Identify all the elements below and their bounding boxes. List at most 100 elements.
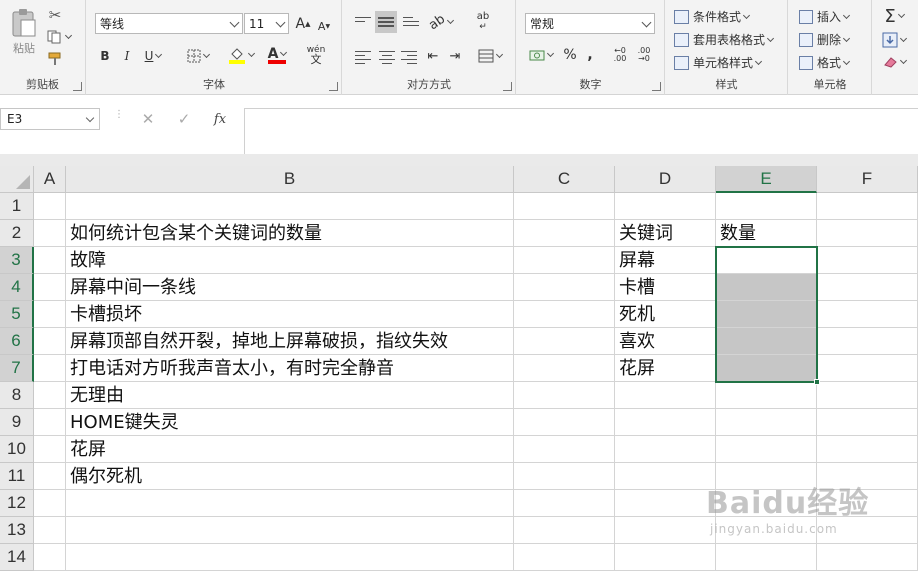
merge-center-button[interactable] — [475, 46, 505, 66]
cell-a6[interactable] — [34, 328, 66, 355]
font-name-combo[interactable]: 等线 — [95, 13, 243, 34]
row-header-3[interactable]: 3 — [0, 247, 34, 274]
cell-e3[interactable] — [716, 247, 817, 274]
cell-a7[interactable] — [34, 355, 66, 382]
number-launcher-icon[interactable] — [652, 82, 661, 91]
cell-f14[interactable] — [817, 544, 918, 571]
cell-a10[interactable] — [34, 436, 66, 463]
cell-e14[interactable] — [716, 544, 817, 571]
cell-e8[interactable] — [716, 382, 817, 409]
italic-button[interactable]: I — [119, 46, 135, 66]
column-header-d[interactable]: D — [615, 166, 716, 193]
row-header-13[interactable]: 13 — [0, 517, 34, 544]
row-header-11[interactable]: 11 — [0, 463, 34, 490]
align-middle-button[interactable] — [375, 11, 397, 33]
clipboard-launcher-icon[interactable] — [73, 82, 82, 91]
cell-a3[interactable] — [34, 247, 66, 274]
insert-function-icon[interactable]: fx — [202, 112, 238, 127]
fill-button[interactable] — [879, 30, 909, 50]
align-right-icon[interactable] — [401, 48, 417, 67]
cell-c3[interactable] — [514, 247, 615, 274]
cell-d5[interactable]: 死机 — [615, 301, 716, 328]
cell-c14[interactable] — [514, 544, 615, 571]
row-header-7[interactable]: 7 — [0, 355, 34, 382]
format-as-table-button[interactable]: 套用表格格式 — [674, 31, 775, 48]
cell-c10[interactable] — [514, 436, 615, 463]
row-header-12[interactable]: 12 — [0, 490, 34, 517]
underline-button[interactable]: U — [140, 46, 166, 66]
cell-c2[interactable] — [514, 220, 615, 247]
cell-f8[interactable] — [817, 382, 918, 409]
cell-b11[interactable]: 偶尔死机 — [66, 463, 514, 490]
cell-d9[interactable] — [615, 409, 716, 436]
cell-e13[interactable] — [716, 517, 817, 544]
cell-a11[interactable] — [34, 463, 66, 490]
number-format-combo[interactable]: 常规 — [525, 13, 655, 34]
column-header-e[interactable]: E — [716, 166, 817, 193]
paste-button[interactable]: 粘贴 — [6, 6, 42, 58]
align-top-icon[interactable] — [355, 14, 371, 25]
cell-f1[interactable] — [817, 193, 918, 220]
cell-b3[interactable]: 故障 — [66, 247, 514, 274]
row-header-2[interactable]: 2 — [0, 220, 34, 247]
orientation-button[interactable]: ab — [426, 11, 455, 33]
fill-handle[interactable] — [814, 379, 820, 385]
worksheet-grid[interactable]: A B C D E F 1 2 如何统计包含某个关键词的数量 关键词 数量 3 故障 屏幕 4 屏幕中间一条线… — [0, 166, 918, 573]
cell-e6[interactable] — [716, 328, 817, 355]
cell-d6[interactable]: 喜欢 — [615, 328, 716, 355]
cell-e7[interactable] — [716, 355, 817, 382]
cell-d8[interactable] — [615, 382, 716, 409]
cell-b13[interactable] — [66, 517, 514, 544]
cell-e2[interactable]: 数量 — [716, 220, 817, 247]
cell-f6[interactable] — [817, 328, 918, 355]
cell-b6[interactable]: 屏幕顶部自然开裂，掉地上屏幕破损，指纹失效 — [66, 328, 514, 355]
cell-a13[interactable] — [34, 517, 66, 544]
cell-f13[interactable] — [817, 517, 918, 544]
font-launcher-icon[interactable] — [329, 82, 338, 91]
cell-f9[interactable] — [817, 409, 918, 436]
cell-b5[interactable]: 卡槽损坏 — [66, 301, 514, 328]
name-box[interactable]: E3 — [0, 108, 100, 130]
cell-b10[interactable]: 花屏 — [66, 436, 514, 463]
row-header-6[interactable]: 6 — [0, 328, 34, 355]
cell-c6[interactable] — [514, 328, 615, 355]
row-header-5[interactable]: 5 — [0, 301, 34, 328]
decrease-decimal-button[interactable]: .00 →0 — [633, 44, 655, 66]
align-left-icon[interactable] — [355, 48, 371, 67]
cell-b2[interactable]: 如何统计包含某个关键词的数量 — [66, 220, 514, 247]
cell-d7[interactable]: 花屏 — [615, 355, 716, 382]
row-header-14[interactable]: 14 — [0, 544, 34, 571]
cell-d13[interactable] — [615, 517, 716, 544]
confirm-icon[interactable]: ✓ — [166, 110, 202, 128]
cell-a8[interactable] — [34, 382, 66, 409]
cell-d12[interactable] — [615, 490, 716, 517]
cell-c11[interactable] — [514, 463, 615, 490]
cell-a1[interactable] — [34, 193, 66, 220]
cell-c12[interactable] — [514, 490, 615, 517]
cell-d2[interactable]: 关键词 — [615, 220, 716, 247]
cell-a2[interactable] — [34, 220, 66, 247]
autosum-button[interactable]: Σ — [879, 6, 909, 27]
cell-a12[interactable] — [34, 490, 66, 517]
cell-d3[interactable]: 屏幕 — [615, 247, 716, 274]
cell-e5[interactable] — [716, 301, 817, 328]
cell-c5[interactable] — [514, 301, 615, 328]
cell-b9[interactable]: HOME键失灵 — [66, 409, 514, 436]
cell-f10[interactable] — [817, 436, 918, 463]
cell-c13[interactable] — [514, 517, 615, 544]
cell-e11[interactable] — [716, 463, 817, 490]
cell-f3[interactable] — [817, 247, 918, 274]
cell-b8[interactable]: 无理由 — [66, 382, 514, 409]
cell-e9[interactable] — [716, 409, 817, 436]
cell-a14[interactable] — [34, 544, 66, 571]
column-header-f[interactable]: F — [817, 166, 918, 193]
cell-e4[interactable] — [716, 274, 817, 301]
shrink-font-button[interactable]: A ▼ — [315, 16, 333, 36]
insert-cells-button[interactable]: 插入 — [799, 8, 851, 25]
font-size-combo[interactable]: 11 — [244, 13, 289, 34]
cell-f4[interactable] — [817, 274, 918, 301]
cell-f7[interactable] — [817, 355, 918, 382]
align-center-icon[interactable] — [379, 48, 395, 67]
format-cells-button[interactable]: 格式 — [799, 54, 851, 71]
cell-e12[interactable] — [716, 490, 817, 517]
